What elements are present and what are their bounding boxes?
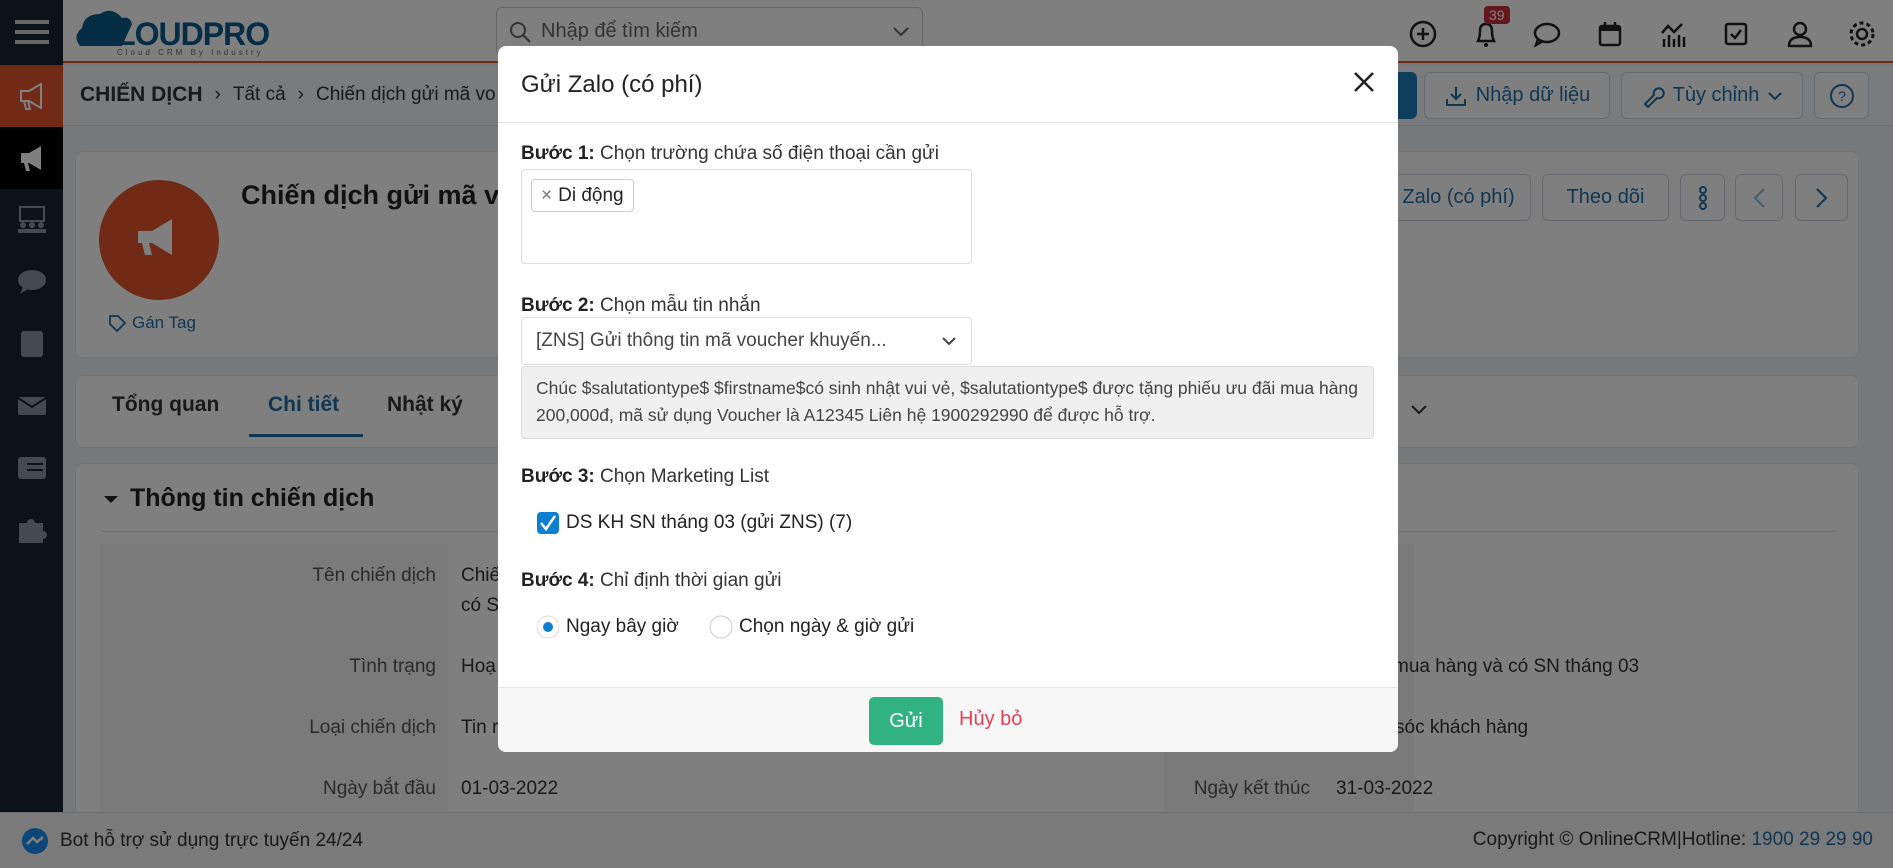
remove-chip-icon[interactable]: × — [541, 185, 552, 207]
send-button[interactable]: Gửi — [869, 697, 943, 745]
step4-label: Bước 4: Chỉ định thời gian gửi — [521, 570, 782, 591]
selected-chip: × Di động — [531, 179, 634, 212]
template-select[interactable]: [ZNS] Gửi thông tin mã voucher khuyến... — [521, 317, 972, 365]
checkbox-checked-icon[interactable] — [536, 511, 560, 535]
step2-label: Bước 2: Chọn mẫu tin nhắn — [521, 295, 761, 316]
cancel-button[interactable]: Hủy bỏ — [959, 708, 1022, 731]
chevron-down-icon — [942, 337, 956, 346]
close-icon[interactable] — [1352, 70, 1376, 94]
radio-unselected-icon[interactable] — [709, 615, 733, 639]
chip-label: Di động — [558, 184, 624, 206]
step3-label: Bước 3: Chọn Marketing List — [521, 466, 769, 487]
modal-header: Gửi Zalo (có phí) — [498, 46, 1398, 123]
marketing-list-label: DS KH SN tháng 03 (gửi ZNS) (7) — [566, 512, 853, 533]
template-preview-text: Chúc $salutationtype$ $firstname$có sinh… — [536, 378, 1358, 425]
radio-send-now-label: Ngay bây giờ — [566, 616, 679, 637]
radio-schedule-label: Chọn ngày & giờ gửi — [739, 616, 915, 637]
radio-send-now[interactable]: Ngay bây giờ — [536, 615, 679, 639]
radio-selected-icon[interactable] — [536, 615, 560, 639]
send-zalo-modal: Gửi Zalo (có phí) Bước 1: Chọn trường ch… — [498, 46, 1398, 752]
radio-schedule[interactable]: Chọn ngày & giờ gửi — [709, 615, 914, 639]
marketing-list-checkbox-item[interactable]: DS KH SN tháng 03 (gửi ZNS) (7) — [536, 511, 852, 535]
step1-label: Bước 1: Chọn trường chứa số điện thoại c… — [521, 143, 939, 164]
phone-field-multiselect[interactable]: × Di động — [521, 169, 972, 264]
modal-title: Gửi Zalo (có phí) — [521, 71, 703, 98]
modal-footer: Gửi Hủy bỏ — [498, 687, 1398, 752]
template-preview-textarea[interactable]: Chúc $salutationtype$ $firstname$có sinh… — [521, 366, 1374, 439]
template-select-value: [ZNS] Gửi thông tin mã voucher khuyến... — [536, 330, 887, 351]
